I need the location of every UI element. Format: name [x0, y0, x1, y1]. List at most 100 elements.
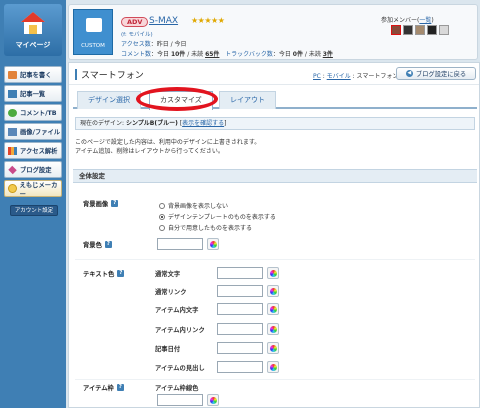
- field-item-text: アイテム内文字: [155, 307, 199, 314]
- help-icon[interactable]: ?: [104, 241, 112, 248]
- field-normal-text: 通常文字: [155, 271, 181, 278]
- color-picker-button[interactable]: [207, 394, 219, 406]
- tab-design-select[interactable]: デザイン選択: [77, 91, 141, 109]
- bg-option-template[interactable]: デザインテンプレートのものを表示する: [159, 212, 276, 221]
- blog-name-link[interactable]: S-MAX: [149, 16, 178, 26]
- access-label[interactable]: アクセス数: [121, 41, 151, 48]
- tab-layout[interactable]: レイアウト: [219, 91, 276, 109]
- color-input[interactable]: [217, 323, 263, 335]
- rating-stars: ★★★★★: [191, 16, 225, 25]
- color-input[interactable]: [217, 285, 263, 297]
- emoji-maker-button[interactable]: えもじメーカー: [4, 180, 62, 198]
- bg-option-custom[interactable]: 自分で用意したものを表示する: [159, 223, 252, 232]
- access-stats: アクセス数：昨日 / 今日: [121, 39, 187, 48]
- avatar[interactable]: [427, 25, 437, 35]
- mobile-link[interactable]: (f: モバイル): [121, 30, 153, 38]
- color-input[interactable]: [217, 267, 263, 279]
- preview-design-link[interactable]: 表示を確認する: [182, 120, 224, 127]
- radio-button[interactable]: [159, 224, 165, 231]
- color-input[interactable]: [217, 361, 263, 373]
- color-picker-button[interactable]: [267, 342, 279, 354]
- sidebar-item-articles[interactable]: 記事一覧: [4, 85, 62, 102]
- radio-button[interactable]: [159, 202, 165, 209]
- avatar[interactable]: [439, 25, 449, 35]
- sidebar: マイページ 記事を書く 記事一覧 コメント/TB 画像/ファイル アクセス解析 …: [0, 0, 66, 408]
- avatar[interactable]: [391, 25, 401, 35]
- help-icon[interactable]: ?: [116, 384, 124, 391]
- sidebar-item-write[interactable]: 記事を書く: [4, 66, 62, 83]
- blog-icon[interactable]: CUSTOM: [73, 9, 113, 55]
- sidebar-item-label: アクセス解析: [20, 148, 58, 155]
- sidebar-item-comments[interactable]: コメント/TB: [4, 104, 62, 121]
- blog-icon-caption: CUSTOM: [81, 43, 105, 49]
- sidebar-item-blog-settings[interactable]: ブログ設定: [4, 161, 62, 178]
- radio-button[interactable]: [159, 213, 165, 220]
- avatar[interactable]: [415, 25, 425, 35]
- breadcrumb: PC : モバイル : スマートフォン: [313, 73, 399, 80]
- color-picker-button[interactable]: [267, 323, 279, 335]
- frame-color-input[interactable]: [157, 394, 203, 406]
- color-input[interactable]: [217, 303, 263, 315]
- color-wheel-icon: [209, 240, 217, 248]
- comment-today: 10件: [170, 51, 186, 58]
- comment-icon: [8, 108, 17, 117]
- bg-image-label: 背景画像?: [83, 200, 119, 208]
- color-picker-button[interactable]: [267, 303, 279, 315]
- avatar[interactable]: [403, 25, 413, 35]
- color-wheel-icon: [269, 269, 277, 277]
- main-panel: スマートフォン PC : モバイル : スマートフォン ◀ ブログ設定に戻る デ…: [68, 62, 480, 408]
- crumb-pc-link[interactable]: PC: [313, 73, 321, 80]
- bg-color-input[interactable]: [157, 238, 203, 250]
- title-accent: [75, 69, 77, 80]
- comment-trackback-stats: コメント数：今日 10件 / 未読 65件 トラックバック数：今日 0件 / 未…: [121, 51, 333, 58]
- color-wheel-icon: [269, 305, 277, 313]
- field-item-frame-color: アイテム枠線色: [155, 385, 199, 392]
- sidebar-item-label: 記事一覧: [20, 91, 46, 98]
- field-item-heading: アイテムの見出し: [155, 365, 205, 372]
- trackback-unread: 3件: [322, 51, 333, 58]
- comment-label[interactable]: コメント数: [121, 51, 151, 58]
- access-value: ：昨日 / 今日: [150, 41, 187, 48]
- back-to-settings-button[interactable]: ◀ ブログ設定に戻る: [396, 67, 476, 80]
- back-button-label: ブログ設定に戻る: [415, 71, 467, 78]
- color-wheel-icon: [269, 325, 277, 333]
- sidebar-item-label: ブログ設定: [20, 167, 52, 174]
- sidebar-item-label: 画像/ファイル: [20, 129, 61, 136]
- color-picker-button[interactable]: [207, 238, 219, 250]
- help-icon[interactable]: ?: [111, 200, 119, 207]
- text-color-label: テキスト色?: [83, 270, 125, 278]
- tab-bar: デザイン選択 カスタマイズ レイアウト: [73, 89, 477, 110]
- sidebar-item-label: 記事を書く: [20, 72, 52, 79]
- section-header-global: 全体設定: [73, 169, 477, 183]
- item-frame-label: アイテム枠?: [83, 384, 124, 392]
- bg-option-none[interactable]: 背景画像を表示しない: [159, 201, 228, 210]
- trackback-today: 0件: [292, 51, 303, 58]
- color-wheel-icon: [269, 287, 277, 295]
- emoji-maker-label: えもじメーカー: [19, 181, 58, 198]
- color-picker-button[interactable]: [267, 267, 279, 279]
- help-icon[interactable]: ?: [117, 270, 125, 277]
- trackback-label[interactable]: トラックバック数: [225, 51, 273, 58]
- account-settings-button[interactable]: アカウント設定: [10, 205, 58, 216]
- color-picker-button[interactable]: [267, 285, 279, 297]
- mypage-label: マイページ: [15, 41, 51, 49]
- sidebar-item-analytics[interactable]: アクセス解析: [4, 142, 62, 159]
- field-article-date: 記事日付: [155, 346, 181, 353]
- color-input[interactable]: [217, 342, 263, 354]
- house-icon: [21, 12, 45, 34]
- crumb-current: スマートフォン: [356, 73, 399, 80]
- image-icon: [8, 127, 17, 136]
- wrench-icon: [8, 165, 17, 174]
- crumb-mobile-link[interactable]: モバイル: [327, 73, 351, 80]
- blog-header: CUSTOM ADV S-MAX ★★★★★ (f: モバイル) アクセス数：昨…: [68, 4, 478, 60]
- current-design-bar: 現在のデザイン: シンプルB(ブルー) [表示を確認する]: [75, 117, 475, 130]
- color-wheel-icon: [269, 363, 277, 371]
- comment-unread: 65件: [205, 51, 220, 58]
- color-picker-button[interactable]: [267, 361, 279, 373]
- members-list-link[interactable]: 一覧: [419, 17, 431, 24]
- title-bar: スマートフォン PC : モバイル : スマートフォン ◀ ブログ設定に戻る: [69, 63, 479, 85]
- custom-glyph-icon: [86, 18, 102, 32]
- sidebar-item-files[interactable]: 画像/ファイル: [4, 123, 62, 140]
- mypage-button[interactable]: マイページ: [4, 4, 62, 56]
- sidebar-item-label: コメント/TB: [20, 110, 57, 117]
